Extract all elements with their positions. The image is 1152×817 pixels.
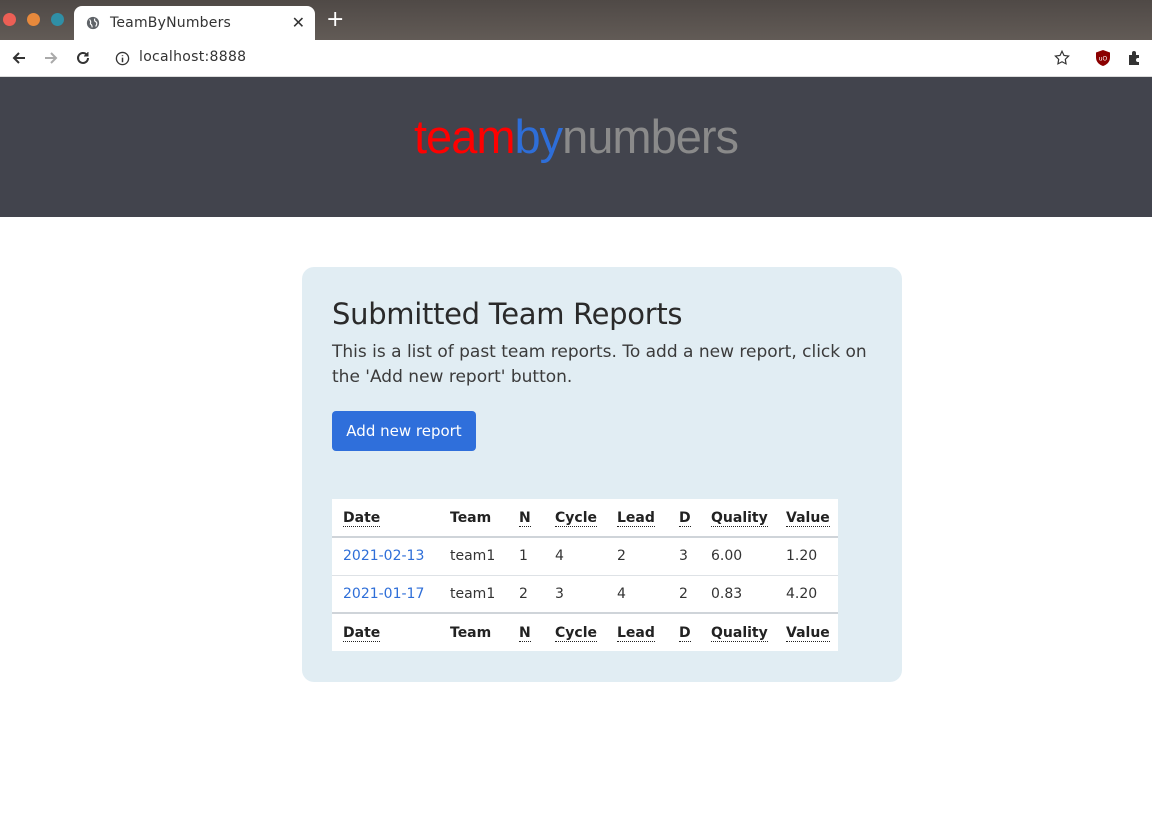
globe-icon	[86, 16, 100, 30]
cell-quality: 6.00	[700, 536, 775, 575]
ublock-shield-icon[interactable]: uO	[1094, 49, 1112, 67]
table-row: 2021-02-13 team1 1 4 2 3 6.00 1.20	[332, 536, 838, 575]
table-row: 2021-01-17 team1 2 3 4 2 0.83 4.20	[332, 574, 838, 613]
col-header-value[interactable]: Value	[775, 499, 838, 538]
col-footer-team: Team	[439, 612, 508, 651]
logo-team: team	[414, 110, 515, 163]
cell-date[interactable]: 2021-01-17	[332, 574, 439, 613]
cell-d: 2	[668, 574, 700, 613]
col-footer-value[interactable]: Value	[775, 612, 838, 651]
browser-tab-bar: TeamByNumbers ✕ +	[0, 0, 1152, 40]
cell-date[interactable]: 2021-02-13	[332, 536, 439, 575]
logo-numbers: numbers	[562, 110, 739, 163]
table-footer-row: Date Team N Cycle Lead D Quality Value	[332, 612, 838, 651]
col-header-d[interactable]: D	[668, 499, 700, 538]
browser-tab[interactable]: TeamByNumbers ✕	[74, 6, 315, 40]
cell-team: team1	[439, 536, 508, 575]
page-title: Submitted Team Reports	[332, 297, 683, 331]
table-header-row: Date Team N Cycle Lead D Quality Value	[332, 499, 838, 538]
col-header-team: Team	[439, 499, 508, 538]
cell-lead: 2	[606, 536, 668, 575]
url-text[interactable]: localhost:8888	[139, 49, 246, 65]
browser-toolbar: localhost:8888 uO	[0, 40, 1152, 77]
col-header-lead[interactable]: Lead	[606, 499, 668, 538]
cell-team: team1	[439, 574, 508, 613]
col-header-date[interactable]: Date	[332, 499, 439, 538]
site-header: teambynumbers	[0, 77, 1152, 217]
reload-icon	[77, 51, 89, 64]
extensions-puzzle-icon[interactable]	[1126, 49, 1144, 67]
cell-n: 2	[508, 574, 544, 613]
bookmark-star-icon[interactable]	[1053, 49, 1071, 67]
col-header-cycle[interactable]: Cycle	[544, 499, 606, 538]
tab-title: TeamByNumbers	[110, 15, 232, 31]
report-date-link[interactable]: 2021-01-17	[343, 586, 424, 602]
cell-value: 1.20	[775, 536, 838, 575]
forward-button[interactable]	[39, 46, 63, 70]
site-logo[interactable]: teambynumbers	[0, 107, 1152, 167]
col-footer-n[interactable]: N	[508, 612, 544, 651]
reload-button[interactable]	[71, 46, 95, 70]
col-header-n[interactable]: N	[508, 499, 544, 538]
cell-value: 4.20	[775, 574, 838, 613]
arrow-right-icon	[45, 52, 58, 64]
new-tab-button[interactable]: +	[326, 9, 344, 31]
page-description: This is a list of past team reports. To …	[332, 342, 867, 387]
cell-lead: 4	[606, 574, 668, 613]
col-header-quality[interactable]: Quality	[700, 499, 775, 538]
cell-quality: 0.83	[700, 574, 775, 613]
reports-panel: Submitted Team Reports This is a list of…	[302, 267, 902, 682]
window-minimize-button[interactable]	[27, 13, 40, 26]
col-footer-lead[interactable]: Lead	[606, 612, 668, 651]
cell-d: 3	[668, 536, 700, 575]
col-footer-d[interactable]: D	[668, 612, 700, 651]
back-button[interactable]	[7, 46, 31, 70]
cell-cycle: 3	[544, 574, 606, 613]
arrow-left-icon	[12, 52, 25, 64]
col-footer-quality[interactable]: Quality	[700, 612, 775, 651]
add-new-report-button[interactable]: Add new report	[332, 411, 476, 451]
logo-by: by	[514, 110, 564, 163]
reports-table: Date Team N Cycle Lead D Quality Value 2…	[332, 499, 838, 651]
info-icon[interactable]	[115, 51, 130, 66]
cell-cycle: 4	[544, 536, 606, 575]
cell-n: 1	[508, 536, 544, 575]
tab-close-icon[interactable]: ✕	[292, 13, 305, 32]
window-close-button[interactable]	[3, 13, 16, 26]
report-date-link[interactable]: 2021-02-13	[343, 548, 424, 564]
col-footer-date[interactable]: Date	[332, 612, 439, 651]
col-footer-cycle[interactable]: Cycle	[544, 612, 606, 651]
address-bar[interactable]: localhost:8888	[105, 44, 1081, 73]
svg-text:uO: uO	[1099, 56, 1108, 63]
window-maximize-button[interactable]	[51, 13, 64, 26]
